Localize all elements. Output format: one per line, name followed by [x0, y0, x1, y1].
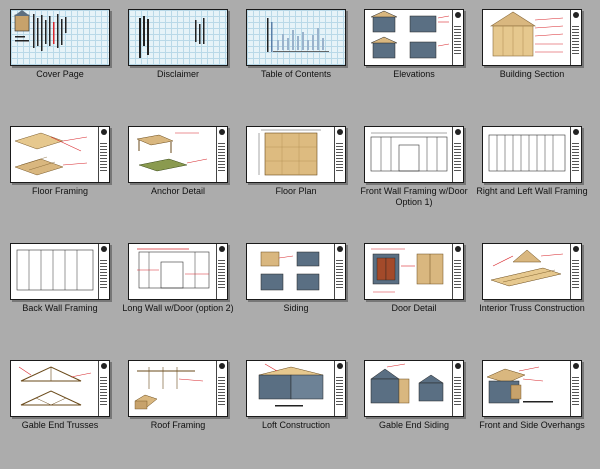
floor-plan-thumbnail-icon — [246, 126, 346, 183]
roof-framing-thumbnail-icon — [128, 360, 228, 417]
cover-page-thumbnail-icon — [10, 9, 110, 66]
page-label: Anchor Detail — [150, 186, 206, 196]
page-thumb-floor-framing[interactable]: Floor Framing — [1, 117, 119, 235]
door-detail-thumbnail-icon — [364, 243, 464, 300]
page-thumb-siding[interactable]: Siding — [237, 234, 355, 352]
gable-end-siding-thumbnail-icon — [364, 360, 464, 417]
page-thumb-gable-end-siding[interactable]: Gable End Siding — [355, 351, 473, 469]
page-label: Building Section — [499, 69, 565, 79]
title-block — [216, 361, 227, 416]
page-thumb-building-section[interactable]: Building Section — [473, 0, 591, 118]
title-block — [334, 244, 345, 299]
title-block — [98, 127, 109, 182]
title-block — [216, 244, 227, 299]
back-wall-framing-thumbnail-icon — [10, 243, 110, 300]
title-block — [334, 361, 345, 416]
building-section-thumbnail-icon — [482, 9, 582, 66]
anchor-detail-thumbnail-icon — [128, 126, 228, 183]
page-thumb-cover-page[interactable]: Cover Page — [1, 0, 119, 118]
front-side-overhangs-thumbnail-icon — [482, 360, 582, 417]
page-label: Front Wall Framing w/Door Option 1) — [360, 186, 468, 207]
page-label: Interior Truss Construction — [479, 303, 585, 313]
page-thumb-front-side-overhangs[interactable]: Front and Side Overhangs — [473, 351, 591, 469]
page-thumbnail-grid: Cover Page Disclaimer Table of Contents … — [0, 0, 600, 451]
title-block — [452, 244, 463, 299]
title-block — [570, 361, 581, 416]
page-thumb-elevations[interactable]: Elevations — [355, 0, 473, 118]
page-label: Gable End Trusses — [21, 420, 99, 430]
page-thumb-table-of-contents[interactable]: Table of Contents — [237, 0, 355, 118]
page-label: Loft Construction — [261, 420, 331, 430]
page-label: Back Wall Framing — [22, 303, 98, 313]
table-of-contents-thumbnail-icon — [246, 9, 346, 66]
page-thumb-floor-plan[interactable]: Floor Plan — [237, 117, 355, 235]
page-label: Cover Page — [36, 69, 84, 79]
page-label: Roof Framing — [150, 420, 206, 430]
title-block — [216, 127, 227, 182]
floor-framing-thumbnail-icon — [10, 126, 110, 183]
page-thumb-roof-framing[interactable]: Roof Framing — [119, 351, 237, 469]
title-block — [334, 127, 345, 182]
page-thumb-anchor-detail[interactable]: Anchor Detail — [119, 117, 237, 235]
page-thumb-gable-end-trusses[interactable]: Gable End Trusses — [1, 351, 119, 469]
title-block — [452, 361, 463, 416]
page-thumb-door-detail[interactable]: Door Detail — [355, 234, 473, 352]
page-label: Right and Left Wall Framing — [476, 186, 588, 196]
page-thumb-loft-construction[interactable]: Loft Construction — [237, 351, 355, 469]
page-label: Siding — [283, 303, 309, 313]
title-block — [452, 127, 463, 182]
page-label: Disclaimer — [156, 69, 199, 79]
page-label: Long Wall w/Door (option 2) — [122, 303, 234, 313]
page-label: Floor Framing — [31, 186, 88, 196]
title-block — [570, 10, 581, 65]
title-block — [570, 127, 581, 182]
gable-end-trusses-thumbnail-icon — [10, 360, 110, 417]
page-label: Front and Side Overhangs — [479, 420, 585, 430]
page-thumb-back-wall-framing[interactable]: Back Wall Framing — [1, 234, 119, 352]
title-block — [452, 10, 463, 65]
page-thumb-right-left-wall-framing[interactable]: Right and Left Wall Framing — [473, 117, 591, 235]
page-label: Elevations — [393, 69, 435, 79]
loft-construction-thumbnail-icon — [246, 360, 346, 417]
elevations-thumbnail-icon — [364, 9, 464, 66]
page-label: Floor Plan — [275, 186, 317, 196]
title-block — [98, 244, 109, 299]
page-label: Table of Contents — [260, 69, 332, 79]
side-wall-framing-thumbnail-icon — [482, 126, 582, 183]
page-thumb-front-wall-framing[interactable]: Front Wall Framing w/Door Option 1) — [355, 117, 473, 235]
page-thumb-interior-truss-construction[interactable]: Interior Truss Construction — [473, 234, 591, 352]
title-block — [570, 244, 581, 299]
page-label: Door Detail — [391, 303, 437, 313]
siding-thumbnail-icon — [246, 243, 346, 300]
interior-truss-thumbnail-icon — [482, 243, 582, 300]
title-block — [98, 361, 109, 416]
page-thumb-disclaimer[interactable]: Disclaimer — [119, 0, 237, 118]
front-wall-framing-thumbnail-icon — [364, 126, 464, 183]
disclaimer-thumbnail-icon — [128, 9, 228, 66]
page-label: Gable End Siding — [378, 420, 450, 430]
long-wall-door-thumbnail-icon — [128, 243, 228, 300]
page-thumb-long-wall-door[interactable]: Long Wall w/Door (option 2) — [119, 234, 237, 352]
